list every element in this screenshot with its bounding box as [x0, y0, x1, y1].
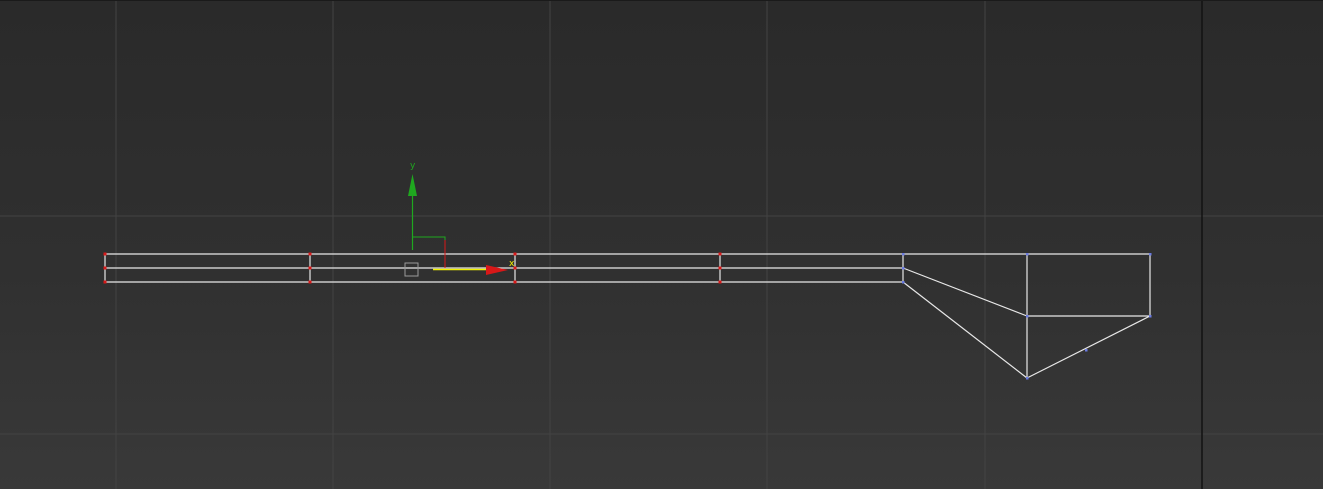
selected-vertex[interactable] — [308, 252, 312, 256]
vertex[interactable] — [902, 281, 905, 284]
gizmo-y-label: y — [410, 161, 416, 171]
move-gizmo[interactable]: y x — [404, 161, 515, 277]
vertex[interactable] — [902, 267, 905, 270]
gizmo-pivot-box[interactable] — [404, 262, 419, 277]
selected-vertex[interactable] — [718, 280, 722, 284]
mesh-edge[interactable] — [1026, 315, 1151, 379]
vertex[interactable] — [1085, 349, 1088, 352]
viewport-scene[interactable]: y x — [0, 0, 1323, 489]
vertex[interactable] — [1149, 315, 1152, 318]
selected-vertex[interactable] — [718, 252, 722, 256]
selected-vertex[interactable] — [308, 280, 312, 284]
mesh-wireframe[interactable] — [104, 253, 1151, 379]
selected-vertex[interactable] — [513, 252, 517, 256]
gizmo-x-arrow[interactable] — [486, 265, 508, 275]
selected-vertex[interactable] — [718, 266, 722, 270]
vertex[interactable] — [1026, 377, 1029, 380]
selected-vertex[interactable] — [103, 252, 107, 256]
selected-vertex[interactable] — [103, 266, 107, 270]
selected-vertex[interactable] — [308, 266, 312, 270]
selected-vertex[interactable] — [513, 280, 517, 284]
vertex[interactable] — [902, 253, 905, 256]
selected-vertex[interactable] — [103, 280, 107, 284]
gizmo-x-label: x — [509, 259, 515, 269]
vertex[interactable] — [1149, 253, 1152, 256]
mesh-edge[interactable] — [902, 267, 1028, 317]
grid — [0, 0, 1323, 489]
viewport[interactable]: y x — [0, 0, 1323, 489]
mesh-edge[interactable] — [902, 281, 1028, 379]
vertex[interactable] — [1026, 315, 1029, 318]
vertex[interactable] — [1026, 253, 1029, 256]
gizmo-y-arrow[interactable] — [408, 174, 417, 196]
